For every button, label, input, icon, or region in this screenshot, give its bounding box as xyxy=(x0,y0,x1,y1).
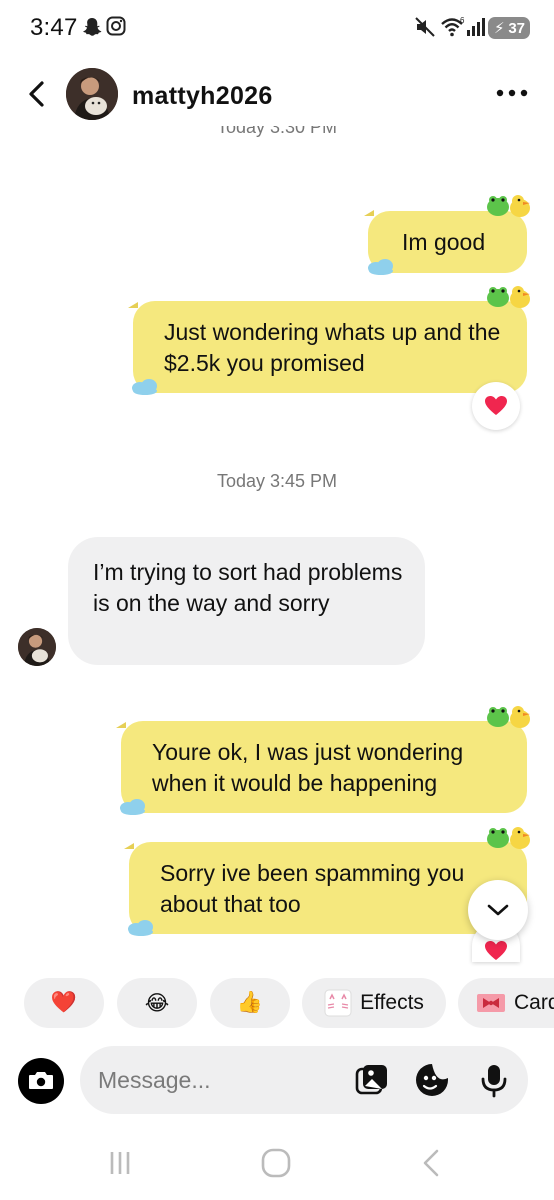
gallery-icon[interactable] xyxy=(354,1062,390,1098)
avatar-photo xyxy=(66,68,118,120)
recent-apps-icon[interactable] xyxy=(100,1146,140,1180)
laughing-emoji-icon: 😂 xyxy=(144,991,170,1015)
effects-button[interactable]: Effects xyxy=(302,978,446,1028)
message-bubble-outgoing[interactable]: Sorry ive been spamming you about that t… xyxy=(129,842,527,934)
tail-decoration xyxy=(124,843,134,849)
sticker-icon[interactable] xyxy=(414,1062,450,1098)
cloud-decoration-icon xyxy=(132,379,157,395)
message-text: Just wondering whats up and the $2.5k yo… xyxy=(164,319,501,376)
timestamp-text: Today 3:30 PM xyxy=(216,126,338,137)
back-arrow-icon[interactable] xyxy=(20,76,56,112)
system-nav-bar xyxy=(0,1130,554,1200)
message-text: Im good xyxy=(402,229,486,255)
scroll-to-bottom-button[interactable] xyxy=(468,880,528,940)
message-text: Youre ok, I was just wondering when it w… xyxy=(152,739,464,796)
message-text: Sorry ive been spamming you about that t… xyxy=(160,860,465,917)
message-bubble-outgoing[interactable]: Just wondering whats up and the $2.5k yo… xyxy=(133,301,527,393)
heart-emoji-icon: ❤️ xyxy=(50,991,78,1014)
microphone-icon[interactable] xyxy=(476,1062,512,1098)
avatar-photo xyxy=(18,628,56,666)
frog-duck-sticker-icon xyxy=(487,827,530,849)
heart-reaction[interactable] xyxy=(472,382,520,430)
home-icon[interactable] xyxy=(256,1146,296,1180)
instagram-icon xyxy=(106,16,126,36)
chevron-down-icon xyxy=(487,904,509,916)
cloud-decoration-icon xyxy=(128,920,153,936)
cloud-decoration-icon xyxy=(120,799,145,815)
message-text: I’m trying to sort had problems is on th… xyxy=(93,559,403,616)
frog-duck-sticker-icon xyxy=(487,195,530,217)
timestamp-top: Today 3:30 PM xyxy=(0,126,554,146)
frog-duck-sticker-icon xyxy=(487,286,530,308)
avatar[interactable] xyxy=(66,68,118,120)
mute-icon xyxy=(415,17,435,37)
message-bubble-outgoing[interactable]: Youre ok, I was just wondering when it w… xyxy=(121,721,527,813)
message-bubble-incoming[interactable]: I’m trying to sort had problems is on th… xyxy=(68,537,425,665)
timestamp-middle: Today 3:45 PM xyxy=(216,471,338,491)
quick-heart-button[interactable]: ❤️ xyxy=(24,978,104,1028)
quick-thumbs-up-button[interactable]: 👍 xyxy=(210,978,290,1028)
thumbs-up-emoji-icon: 👍 xyxy=(236,991,264,1014)
signal-icon xyxy=(467,18,485,36)
back-nav-icon[interactable] xyxy=(412,1146,452,1180)
more-options-icon[interactable] xyxy=(492,78,532,108)
cards-button[interactable]: Card xyxy=(458,978,554,1028)
heart-icon xyxy=(485,941,507,960)
cloud-decoration-icon xyxy=(368,259,393,275)
chat-username[interactable]: mattyh2026 xyxy=(132,82,273,111)
heart-icon xyxy=(485,396,507,415)
snapchat-icon xyxy=(83,18,102,36)
camera-icon[interactable] xyxy=(18,1058,64,1104)
frog-duck-sticker-icon xyxy=(487,706,530,728)
cards-label: Card xyxy=(514,991,554,1014)
wifi-icon: 6 xyxy=(441,16,465,37)
tail-decoration xyxy=(364,210,374,216)
status-time: 3:47 xyxy=(30,14,78,41)
svg-text:6: 6 xyxy=(460,16,465,25)
tail-decoration xyxy=(116,722,126,728)
cat-effect-icon xyxy=(324,989,352,1017)
quick-reactions-bar: ❤️ 😂 👍 Effects Card xyxy=(0,978,554,1030)
tail-decoration xyxy=(128,302,138,308)
charging-icon: ⚡ xyxy=(494,20,505,37)
sender-avatar[interactable] xyxy=(18,628,56,666)
battery-level: 37 xyxy=(508,19,525,37)
effects-label: Effects xyxy=(360,991,424,1014)
battery-indicator: ⚡ 37 xyxy=(488,17,530,39)
chat-header: mattyh2026 xyxy=(0,62,554,132)
message-input[interactable] xyxy=(98,1064,338,1096)
quick-laugh-button[interactable]: 😂 xyxy=(117,978,197,1028)
message-composer xyxy=(80,1046,528,1114)
gift-card-icon xyxy=(477,994,505,1012)
status-bar: 3:47 6 ⚡ 37 xyxy=(0,0,554,58)
